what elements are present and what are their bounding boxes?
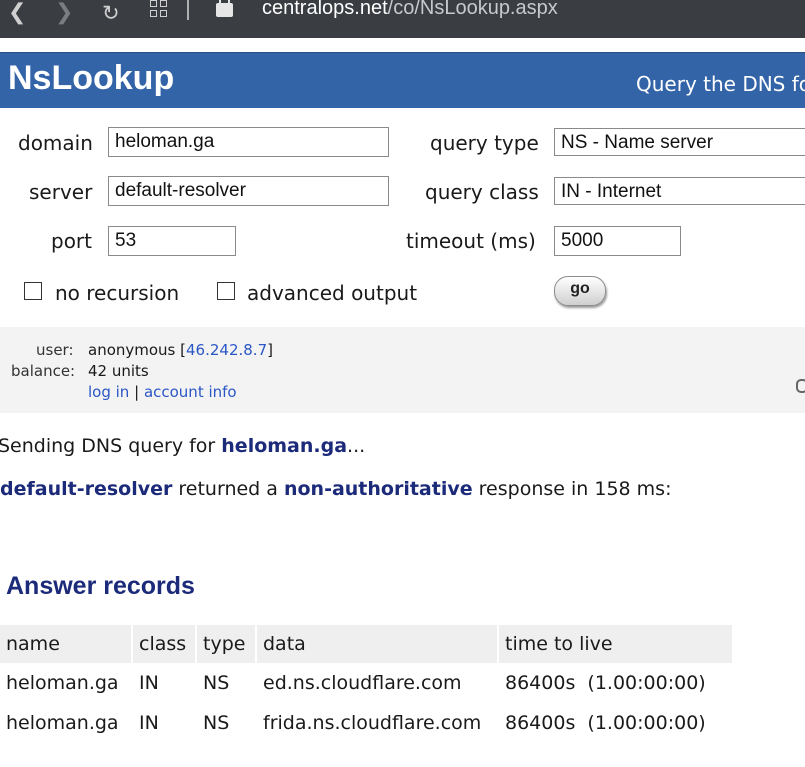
user-value: anonymous [46.242.8.7] <box>88 341 273 359</box>
reload-icon[interactable]: ↻ <box>102 2 120 24</box>
address-bar[interactable]: centralops.net/co/NsLookup.aspx <box>262 0 558 20</box>
url-path: /co/NsLookup.aspx <box>387 0 558 19</box>
query-class-select[interactable]: IN - Internet <box>554 177 805 205</box>
login-link[interactable]: log in <box>88 383 129 401</box>
resolver-name: default-resolver <box>0 478 173 500</box>
record-class: IN <box>131 663 196 703</box>
query-class-label: query class <box>425 180 539 204</box>
server-label: server <box>29 180 93 204</box>
column-header-data: data <box>255 625 498 663</box>
record-type: NS <box>195 703 256 743</box>
table-row: heloman.ga IN NS frida.ns.cloudflare.com… <box>0 703 732 743</box>
column-header-class: class <box>131 625 196 663</box>
balance-label: balance: <box>11 362 76 380</box>
returned-text: returned a <box>172 478 284 500</box>
url-host: centralops.net <box>262 0 388 19</box>
server-input[interactable]: default-resolver <box>108 176 389 206</box>
user-label: user: <box>36 341 74 359</box>
advanced-output-checkbox[interactable] <box>217 282 235 300</box>
record-data: frida.ns.cloudflare.com <box>255 703 498 743</box>
tabs-grid-icon[interactable] <box>150 0 168 18</box>
advanced-output-label: advanced output <box>247 281 418 305</box>
domain-label: domain <box>18 131 93 155</box>
response-time-text: response in 158 ms: <box>472 478 672 500</box>
record-ttl: 86400s (1.00:00:00) <box>497 663 732 703</box>
port-input[interactable]: 53 <box>108 226 236 256</box>
domain-input[interactable]: heloman.ga <box>108 127 389 157</box>
sending-suffix: ... <box>347 435 366 457</box>
lock-icon <box>216 0 233 17</box>
sending-prefix: Sending DNS query for <box>0 435 222 457</box>
account-links: log in | account info <box>88 383 237 401</box>
refresh-icon[interactable] <box>796 379 805 393</box>
table-header-row: name class type data time to live <box>0 625 732 663</box>
record-class: IN <box>131 703 196 743</box>
no-recursion-label: no recursion <box>55 281 180 305</box>
page-header: NsLookup Query the DNS fo <box>0 52 805 108</box>
account-info-link[interactable]: account info <box>144 383 237 401</box>
port-label: port <box>51 229 92 253</box>
page-title: NsLookup <box>8 59 175 97</box>
answer-records-heading: Answer records <box>6 572 195 600</box>
record-name: heloman.ga <box>6 672 119 694</box>
column-header-type: type <box>195 625 256 663</box>
query-type-select[interactable]: NS - Name server <box>554 128 805 156</box>
response-kind: non-authoritative <box>283 478 473 500</box>
link-separator: | <box>134 383 140 401</box>
record-data: ed.ns.cloudflare.com <box>255 663 498 703</box>
answer-records-table: name class type data time to live heloma… <box>0 625 732 743</box>
sending-message: Sending DNS query for heloman.ga... <box>0 435 365 457</box>
user-name: anonymous <box>88 341 176 359</box>
timeout-input[interactable]: 5000 <box>554 226 681 256</box>
record-name: heloman.ga <box>6 712 119 734</box>
timeout-label: timeout (ms) <box>406 229 536 253</box>
toolbar-divider <box>187 0 189 20</box>
queried-domain: heloman.ga <box>221 435 348 457</box>
balance-value: 42 units <box>88 362 149 380</box>
forward-icon[interactable]: ❯ <box>55 2 73 24</box>
record-ttl: 86400s (1.00:00:00) <box>497 703 732 743</box>
back-icon[interactable]: ❮ <box>8 2 26 24</box>
response-message: default-resolver returned a non-authorit… <box>0 478 671 500</box>
no-recursion-checkbox[interactable] <box>24 282 42 300</box>
record-type: NS <box>195 663 256 703</box>
page-tagline: Query the DNS fo <box>636 72 805 96</box>
query-type-label: query type <box>430 131 539 155</box>
column-header-ttl: time to live <box>497 625 732 663</box>
column-header-name: name <box>0 625 132 663</box>
table-row: heloman.ga IN NS ed.ns.cloudflare.com 86… <box>0 663 732 703</box>
user-ip-link[interactable]: 46.242.8.7 <box>186 341 267 359</box>
browser-toolbar: ❮ ❯ ↻ centralops.net/co/NsLookup.aspx <box>0 0 805 38</box>
go-button[interactable]: go <box>554 276 606 306</box>
